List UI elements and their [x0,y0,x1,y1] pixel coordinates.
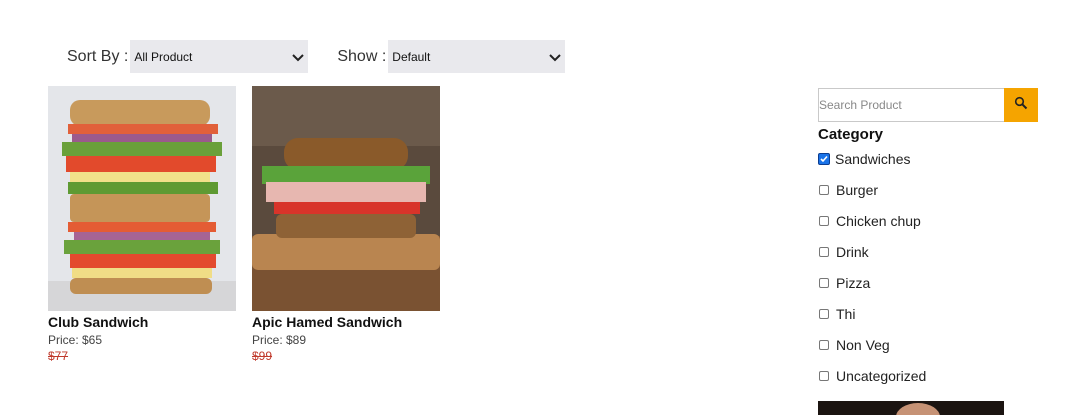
category-label: Pizza [836,274,871,291]
sort-select[interactable]: All Product [130,40,309,73]
filter-toolbar: Sort By : All Product Show : Default [67,40,566,73]
category-checkbox[interactable] [819,370,829,381]
sidebar: Search Product Category Sandwiches Burge… [818,88,1038,391]
search-placeholder: Search Product [819,98,902,112]
category-item-thi[interactable]: Thi [818,298,1038,329]
category-label: Thi [836,305,856,322]
category-checkbox[interactable] [819,308,829,319]
category-checkbox[interactable] [819,339,829,350]
category-item-non-veg[interactable]: Non Veg [818,329,1038,360]
category-label: Non Veg [836,336,890,353]
sort-select-value: All Product [134,49,193,64]
show-select[interactable]: Default [388,40,566,73]
promo-banner-image[interactable] [818,401,1004,415]
category-checkbox[interactable] [819,246,829,257]
category-checkbox[interactable] [819,277,829,288]
chevron-down-icon [549,49,561,65]
category-label: Sandwiches [835,150,911,167]
club-sandwich-image[interactable] [48,86,236,311]
category-item-chicken-chup[interactable]: Chicken chup [818,205,1038,236]
show-label: Show : [337,47,387,65]
category-checkbox[interactable] [819,215,829,226]
apic-hamed-sandwich-image[interactable] [252,86,440,311]
category-title: Category [818,126,884,143]
product-search: Search Product [818,88,1038,122]
category-checkbox[interactable] [819,184,829,195]
chevron-down-icon [292,49,305,65]
category-label: Chicken chup [836,212,921,229]
category-label: Burger [836,181,879,198]
product-card[interactable]: Club Sandwich Price: $65 $77 [48,86,236,363]
show-select-value: Default [392,49,431,64]
search-icon [1014,96,1028,115]
category-label: Drink [836,243,869,260]
category-item-pizza[interactable]: Pizza [818,267,1038,298]
category-item-sandwiches[interactable]: Sandwiches [818,143,1038,174]
category-item-burger[interactable]: Burger [818,174,1038,205]
category-label: Uncategorized [836,367,927,384]
search-button[interactable] [1004,88,1038,122]
category-item-drink[interactable]: Drink [818,236,1038,267]
search-input[interactable]: Search Product [818,88,1004,122]
sort-label: Sort By : [67,47,129,65]
product-old-price: $99 [252,349,273,363]
product-name[interactable]: Apic Hamed Sandwich [252,314,440,330]
product-old-price: $77 [48,349,69,363]
category-checkbox[interactable] [818,152,830,165]
product-price: Price: $89 [252,333,307,347]
product-price: Price: $65 [48,333,103,347]
category-item-uncategorized[interactable]: Uncategorized [818,360,1038,391]
product-name[interactable]: Club Sandwich [48,314,236,330]
product-card[interactable]: Apic Hamed Sandwich Price: $89 $99 [252,86,440,363]
